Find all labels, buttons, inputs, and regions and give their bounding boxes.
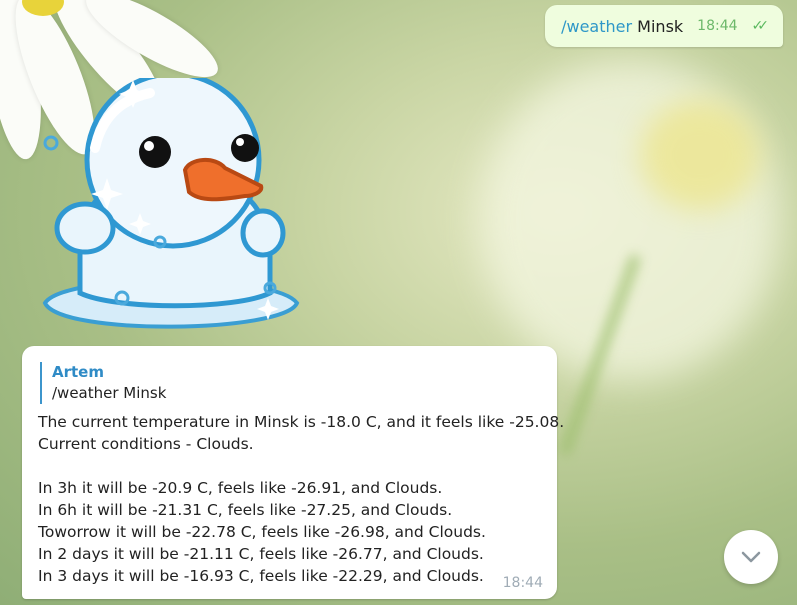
incoming-message-bubble[interactable]: Artem /weather Minsk The current tempera… [22, 346, 565, 599]
command-link[interactable]: /weather [561, 17, 632, 36]
message-time: 18:44 [502, 575, 543, 591]
command-argument: Minsk [637, 16, 684, 36]
message-line: In 6h it will be -21.31 C, feels like -2… [38, 501, 453, 519]
message-time: 18:44 [697, 18, 738, 34]
reply-text: /weather Minsk [52, 384, 167, 402]
chevron-down-icon [741, 551, 761, 563]
message-line: In 3h it will be -20.9 C, feels like -26… [38, 479, 443, 497]
message-line: Toworrow it will be -22.78 C, feels like… [38, 523, 486, 541]
scroll-down-button[interactable] [724, 530, 778, 584]
message-line: Current conditions - Clouds. [38, 435, 254, 453]
reply-author: Artem [52, 363, 104, 381]
outgoing-message-bubble[interactable]: /weather Minsk 18:44 ✓✓ [545, 5, 783, 47]
background-blur-glow [480, 60, 780, 380]
message-line: In 3 days it will be -16.93 C, feels lik… [38, 567, 484, 585]
snowman-sticker[interactable] [35, 71, 305, 340]
message-line-blank [38, 455, 543, 477]
message-text: The current temperature in Minsk is -18.… [38, 411, 565, 587]
message-line: The current temperature in Minsk is -18.… [38, 413, 565, 431]
message-line: In 2 days it will be -21.11 C, feels lik… [38, 545, 484, 563]
reply-quote[interactable]: Artem /weather Minsk [40, 362, 543, 404]
background-flower-center [640, 100, 760, 210]
double-check-icon: ✓✓ [751, 18, 770, 34]
